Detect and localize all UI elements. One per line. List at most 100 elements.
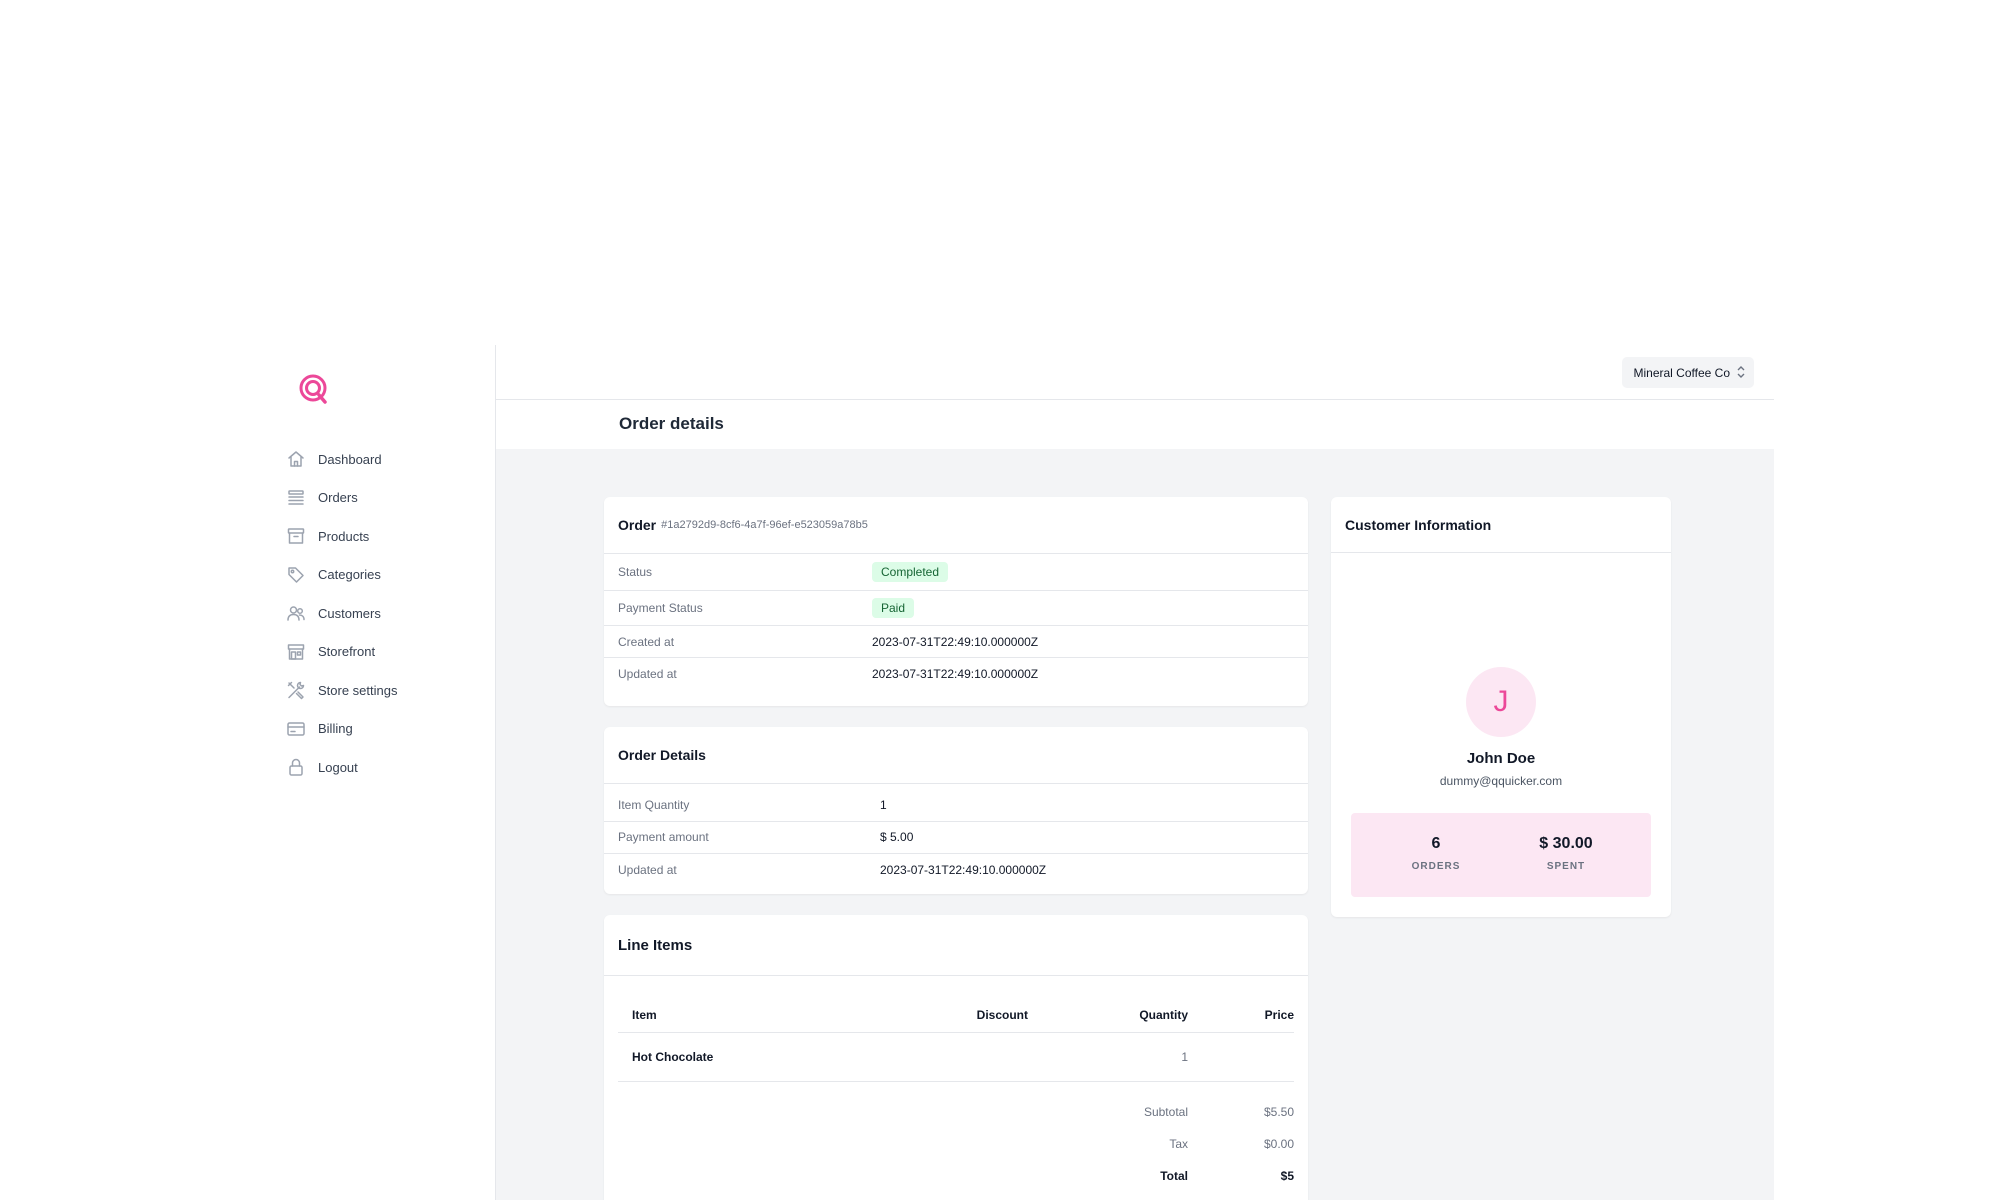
avatar: J — [1466, 667, 1536, 737]
order-details-title: Order Details — [618, 747, 706, 763]
order-details-card: Order Details Item Quantity 1 Payment am… — [604, 727, 1308, 894]
customer-card-title: Customer Information — [1345, 516, 1492, 533]
sidebar-item-label: Customers — [318, 605, 381, 621]
lock-icon — [286, 757, 306, 777]
subtotal-row: Subtotal $5.50 — [618, 1096, 1294, 1128]
customer-stats: 6 ORDERS $ 30.00 SPENT — [1351, 813, 1651, 897]
row-label: Payment amount — [618, 830, 709, 845]
details-row-payment-amount: Payment amount $ 5.00 — [604, 822, 1308, 854]
line-items-title: Line Items — [618, 936, 693, 954]
column-header-price: Price — [1264, 1008, 1294, 1022]
payment-status-badge: Paid — [872, 598, 915, 618]
sidebar-item-products[interactable]: Products — [286, 517, 486, 556]
sidebar-item-categories[interactable]: Categories — [286, 556, 486, 595]
row-label: Item Quantity — [618, 797, 690, 812]
order-title: Order — [618, 517, 657, 533]
page-header: Order details — [496, 400, 1774, 449]
customer-name: John Doe — [1466, 750, 1536, 767]
status-badge: Completed — [872, 562, 949, 582]
order-row-created-at: Created at 2023-07-31T22:49:10.000000Z — [604, 626, 1308, 658]
tax-value: $0.00 — [1263, 1137, 1294, 1151]
list-icon — [286, 488, 306, 508]
sidebar-item-label: Categories — [318, 567, 381, 583]
totals: Subtotal $5.50 Tax $0.00 Total $5 — [618, 1096, 1294, 1192]
tools-icon — [286, 680, 306, 700]
orders-label: ORDERS — [1411, 861, 1461, 872]
customer-card-header: Customer Information — [1331, 497, 1671, 553]
sidebar-item-label: Logout — [318, 759, 358, 775]
sidebar-item-label: Products — [318, 528, 370, 544]
users-icon — [286, 603, 306, 623]
details-row-item-quantity: Item Quantity 1 — [604, 789, 1308, 822]
sidebar-item-label: Storefront — [318, 644, 376, 660]
row-value: 1 — [880, 797, 887, 812]
details-row-updated-at: Updated at 2023-07-31T22:49:10.000000Z — [604, 854, 1308, 887]
order-rows: Status Completed Payment Status Paid Cre… — [604, 554, 1308, 690]
sidebar-nav: Dashboard Orders Products Categories Cus… — [286, 440, 486, 787]
storefront-icon — [286, 642, 306, 662]
column-header-item: Item — [632, 1008, 657, 1022]
row-value: 2023-07-31T22:49:10.000000Z — [872, 634, 1039, 649]
row-value: $ 5.00 — [880, 830, 914, 845]
row-label: Updated at — [618, 667, 677, 681]
column-header-discount: Discount — [976, 1008, 1028, 1022]
subtotal-value: $5.50 — [1263, 1105, 1294, 1119]
orders-count: 6 — [1431, 835, 1441, 852]
order-row-status: Status Completed — [604, 554, 1308, 591]
line-items-card: Line Items Item Discount Quantity Price … — [604, 915, 1308, 1200]
total-row: Total $5 — [618, 1160, 1294, 1192]
orders-stat: 6 ORDERS — [1361, 835, 1511, 872]
order-details-header: Order Details — [604, 727, 1308, 784]
line-items-header: Line Items — [604, 915, 1308, 976]
order-details-rows: Item Quantity 1 Payment amount $ 5.00 Up… — [604, 784, 1308, 887]
order-id: #1a2792d9-8cf6-4a7f-96ef-e523059a78b5 — [661, 519, 868, 531]
row-label: Updated at — [618, 863, 677, 878]
sidebar-item-dashboard[interactable]: Dashboard — [286, 440, 486, 479]
sidebar-item-label: Store settings — [318, 682, 398, 698]
order-row-payment-status: Payment Status Paid — [604, 591, 1308, 626]
sidebar-item-logout[interactable]: Logout — [286, 748, 486, 787]
tag-icon — [286, 565, 306, 585]
column-header-quantity: Quantity — [1139, 1008, 1188, 1022]
sidebar-item-orders[interactable]: Orders — [286, 479, 486, 518]
app-logo-icon[interactable] — [296, 371, 332, 407]
top-bar: Mineral Coffee Co — [496, 345, 1774, 400]
spent-stat: $ 30.00 SPENT — [1491, 835, 1641, 872]
row-label: Payment Status — [618, 601, 703, 615]
sidebar-item-label: Dashboard — [318, 451, 382, 467]
sidebar-item-billing[interactable]: Billing — [286, 710, 486, 749]
sidebar-item-storefront[interactable]: Storefront — [286, 633, 486, 672]
sidebar-item-customers[interactable]: Customers — [286, 594, 486, 633]
page-title: Order details — [619, 414, 724, 433]
store-selector[interactable]: Mineral Coffee Co — [1621, 357, 1754, 388]
line-item-name: Hot Chocolate — [632, 1050, 714, 1064]
row-label: Created at — [618, 634, 675, 649]
order-card: Order #1a2792d9-8cf6-4a7f-96ef-e523059a7… — [604, 497, 1308, 706]
table-row: Hot Chocolate 1 — [618, 1033, 1294, 1082]
tax-row: Tax $0.00 — [618, 1128, 1294, 1160]
order-card-header: Order #1a2792d9-8cf6-4a7f-96ef-e523059a7… — [604, 497, 1308, 554]
chevron-up-down-icon — [1736, 365, 1746, 379]
spent-label: SPENT — [1546, 861, 1586, 872]
spent-amount: $ 30.00 — [1539, 835, 1593, 852]
total-label: Total — [1160, 1169, 1188, 1183]
order-row-updated-at: Updated at 2023-07-31T22:49:10.000000Z — [604, 658, 1308, 690]
sidebar-item-label: Orders — [318, 490, 358, 506]
row-label: Status — [618, 565, 653, 579]
home-icon — [286, 449, 306, 469]
line-items-table: Item Discount Quantity Price Hot Chocola… — [618, 998, 1294, 1192]
row-value: 2023-07-31T22:49:10.000000Z — [872, 667, 1039, 681]
credit-card-icon — [286, 719, 306, 739]
archive-box-icon — [286, 526, 306, 546]
tax-label: Tax — [1169, 1137, 1188, 1151]
subtotal-label: Subtotal — [1143, 1105, 1188, 1119]
sidebar-item-store-settings[interactable]: Store settings — [286, 671, 486, 710]
row-value: 2023-07-31T22:49:10.000000Z — [880, 863, 1047, 878]
line-item-quantity: 1 — [1181, 1050, 1188, 1064]
sidebar-item-label: Billing — [318, 721, 353, 737]
customer-email: dummy@qquicker.com — [1439, 774, 1563, 788]
table-header-row: Item Discount Quantity Price — [618, 998, 1294, 1033]
main-content: Order #1a2792d9-8cf6-4a7f-96ef-e523059a7… — [496, 449, 1774, 1200]
store-selector-label: Mineral Coffee Co — [1633, 365, 1731, 380]
total-value: $5 — [1280, 1169, 1294, 1183]
